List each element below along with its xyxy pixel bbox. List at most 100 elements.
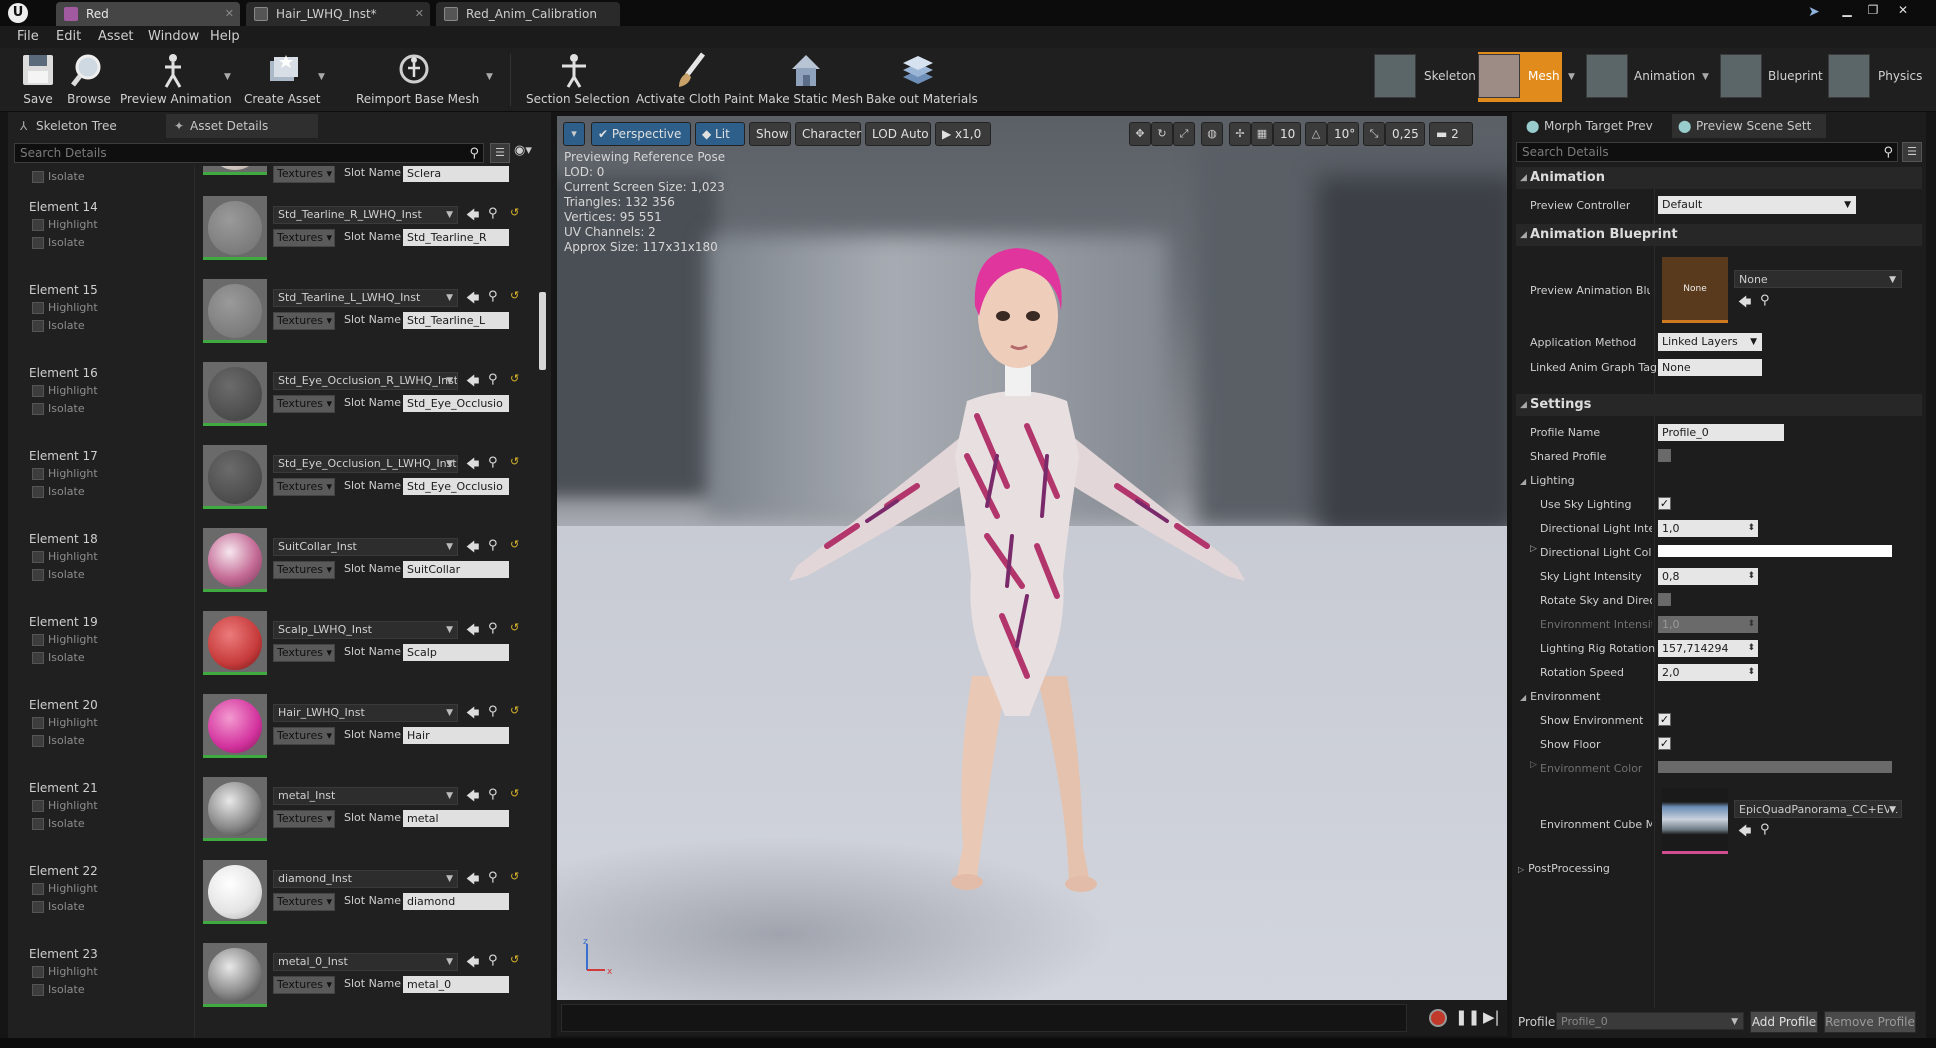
view-options-icon[interactable]: ☰: [490, 143, 510, 163]
tab-asset-details[interactable]: ✦ Asset Details: [166, 114, 318, 138]
playback-speed-button[interactable]: ▶ x1,0: [935, 122, 991, 146]
scale-icon[interactable]: ⤢: [1173, 122, 1195, 146]
view-options-icon[interactable]: ☰: [1902, 142, 1922, 162]
material-thumbnail[interactable]: [203, 166, 267, 175]
use-selected-arrow-icon[interactable]: 🡄: [466, 870, 479, 892]
tab-preview-scene-settings[interactable]: ⬤ Preview Scene Sett: [1672, 114, 1826, 138]
browse-asset-icon[interactable]: ⚲: [488, 870, 498, 885]
menu-window[interactable]: Window: [148, 26, 199, 48]
isolate-checkbox[interactable]: [32, 403, 44, 415]
browse-asset-icon[interactable]: ⚲: [488, 372, 498, 387]
reset-to-default-icon[interactable]: ↺: [510, 455, 519, 468]
material-dropdown[interactable]: Hair_LWHQ_Inst ▼: [273, 704, 458, 722]
browse-asset-icon[interactable]: ⚲: [488, 538, 498, 553]
environment-cube-dropdown[interactable]: EpicQuadPanorama_CC+EV1 ▼: [1734, 800, 1902, 818]
tab-anim-calibration[interactable]: Red_Anim_Calibration: [436, 2, 620, 26]
surface-snap-icon[interactable]: ✢: [1229, 122, 1251, 146]
reset-to-default-icon[interactable]: ↺: [510, 538, 519, 551]
scene-search-input[interactable]: Search Details ⚲: [1516, 142, 1898, 162]
browse-asset-icon[interactable]: ⚲: [488, 704, 498, 719]
step-forward-icon[interactable]: ▶|: [1483, 1008, 1500, 1026]
isolate-checkbox[interactable]: [32, 171, 44, 183]
material-dropdown[interactable]: Std_Tearline_L_LWHQ_Inst ▼: [273, 289, 458, 307]
slot-name-field[interactable]: Std_Tearline_R: [403, 229, 509, 246]
material-dropdown[interactable]: diamond_Inst ▼: [273, 870, 458, 888]
browse-asset-icon[interactable]: ⚲: [488, 953, 498, 968]
directional-light-intensity-field[interactable]: 1,0 ⬍: [1658, 520, 1758, 537]
viewport-options-icon[interactable]: ▾: [563, 122, 585, 146]
material-thumbnail[interactable]: [203, 694, 267, 758]
bake-out-materials-button[interactable]: Bake out Materials: [866, 48, 978, 112]
menu-file[interactable]: File: [17, 26, 39, 48]
browse-asset-icon[interactable]: ⚲: [488, 206, 498, 221]
remove-profile-button[interactable]: Remove Profile: [1824, 1011, 1916, 1033]
use-selected-arrow-icon[interactable]: 🡄: [466, 621, 479, 643]
material-dropdown[interactable]: metal_0_Inst ▼: [273, 953, 458, 971]
preview-controller-dropdown[interactable]: Default ▼: [1658, 196, 1856, 214]
tab-morph-target-preview[interactable]: ⬤ Morph Target Prev: [1520, 114, 1670, 138]
create-asset-button[interactable]: Create Asset: [244, 48, 321, 112]
use-selected-arrow-icon[interactable]: 🡄: [466, 455, 479, 477]
linked-anim-graph-tag-field[interactable]: None: [1658, 359, 1762, 376]
highlight-checkbox[interactable]: [32, 551, 44, 563]
character-button[interactable]: Character: [795, 122, 861, 146]
close-window-icon[interactable]: ✕: [1890, 2, 1916, 18]
menu-asset[interactable]: Asset: [98, 26, 134, 48]
textures-dropdown[interactable]: Textures ▾: [273, 395, 335, 413]
expand-arrow-icon[interactable]: ▷: [1530, 760, 1537, 770]
use-selected-arrow-icon[interactable]: 🡄: [466, 289, 479, 311]
use-selected-arrow-icon[interactable]: 🡄: [466, 953, 479, 975]
slot-name-field[interactable]: metal: [403, 810, 509, 827]
highlight-checkbox[interactable]: [32, 385, 44, 397]
environment-cube-thumbnail[interactable]: [1662, 788, 1728, 854]
lit-button[interactable]: ◆ Lit: [695, 122, 745, 146]
mode-animation[interactable]: Animation: [1586, 52, 1695, 102]
textures-dropdown[interactable]: Textures ▾: [273, 561, 335, 579]
browse-asset-icon[interactable]: ⚲: [488, 455, 498, 470]
search-input[interactable]: Search Details ⚲: [14, 143, 484, 163]
textures-dropdown[interactable]: Textures ▾: [273, 976, 335, 994]
tab-skeleton-tree[interactable]: ⅄ Skeleton Tree: [12, 114, 162, 138]
highlight-checkbox[interactable]: [32, 717, 44, 729]
reset-to-default-icon[interactable]: ↺: [510, 787, 519, 800]
textures-dropdown[interactable]: Textures ▾: [273, 478, 335, 496]
slot-name-field[interactable]: diamond: [403, 893, 509, 910]
reimport-base-mesh-button[interactable]: Reimport Base Mesh: [356, 48, 479, 112]
material-dropdown[interactable]: Std_Tearline_R_LWHQ_Inst ▼: [273, 206, 458, 224]
menu-edit[interactable]: Edit: [56, 26, 81, 48]
material-dropdown[interactable]: SuitCollar_Inst ▼: [273, 538, 458, 556]
unreal-logo-icon[interactable]: U: [8, 3, 28, 23]
material-dropdown[interactable]: Std_Eye_Occlusion_L_LWHQ_Inst ▼: [273, 455, 458, 473]
profile-select[interactable]: Profile_0 ▼: [1556, 1012, 1744, 1030]
isolate-checkbox[interactable]: [32, 486, 44, 498]
reset-to-default-icon[interactable]: ↺: [510, 870, 519, 883]
tab-red[interactable]: Red ✕: [56, 2, 240, 26]
highlight-checkbox[interactable]: [32, 468, 44, 480]
animation-blueprint-section-header[interactable]: ◢ Animation Blueprint: [1516, 224, 1922, 246]
mode-skeleton[interactable]: Skeleton: [1374, 52, 1476, 102]
reimport-dropdown-icon[interactable]: ▼: [486, 72, 493, 82]
highlight-checkbox[interactable]: [32, 219, 44, 231]
lod-button[interactable]: LOD Auto: [865, 122, 931, 146]
material-thumbnail[interactable]: [203, 196, 267, 260]
isolate-checkbox[interactable]: [32, 735, 44, 747]
use-selected-arrow-icon[interactable]: 🡄: [1738, 822, 1751, 844]
rotate-icon[interactable]: ↻: [1151, 122, 1173, 146]
reset-to-default-icon[interactable]: ↺: [510, 206, 519, 219]
material-thumbnail[interactable]: [203, 611, 267, 675]
mesh-mode-dropdown-icon[interactable]: ▼: [1568, 72, 1575, 82]
animation-section-header[interactable]: ◢ Animation: [1516, 167, 1922, 189]
textures-dropdown[interactable]: Textures ▾: [273, 312, 335, 330]
directional-light-color-swatch[interactable]: [1658, 545, 1892, 557]
eye-icon[interactable]: ◉▾: [514, 143, 532, 158]
slot-name-field[interactable]: SuitCollar: [403, 561, 509, 578]
reset-to-default-icon[interactable]: ↺: [510, 289, 519, 302]
rotate-sky-checkbox[interactable]: [1658, 593, 1671, 606]
tab-hair-material[interactable]: Hair_LWHQ_Inst* ✕: [246, 2, 430, 26]
material-thumbnail[interactable]: [203, 777, 267, 841]
grid-snap-icon[interactable]: ▦: [1251, 122, 1273, 146]
material-dropdown[interactable]: metal_Inst ▼: [273, 787, 458, 805]
spinner-icon[interactable]: ⬍: [1747, 520, 1755, 537]
use-selected-arrow-icon[interactable]: 🡄: [466, 372, 479, 394]
isolate-checkbox[interactable]: [32, 901, 44, 913]
